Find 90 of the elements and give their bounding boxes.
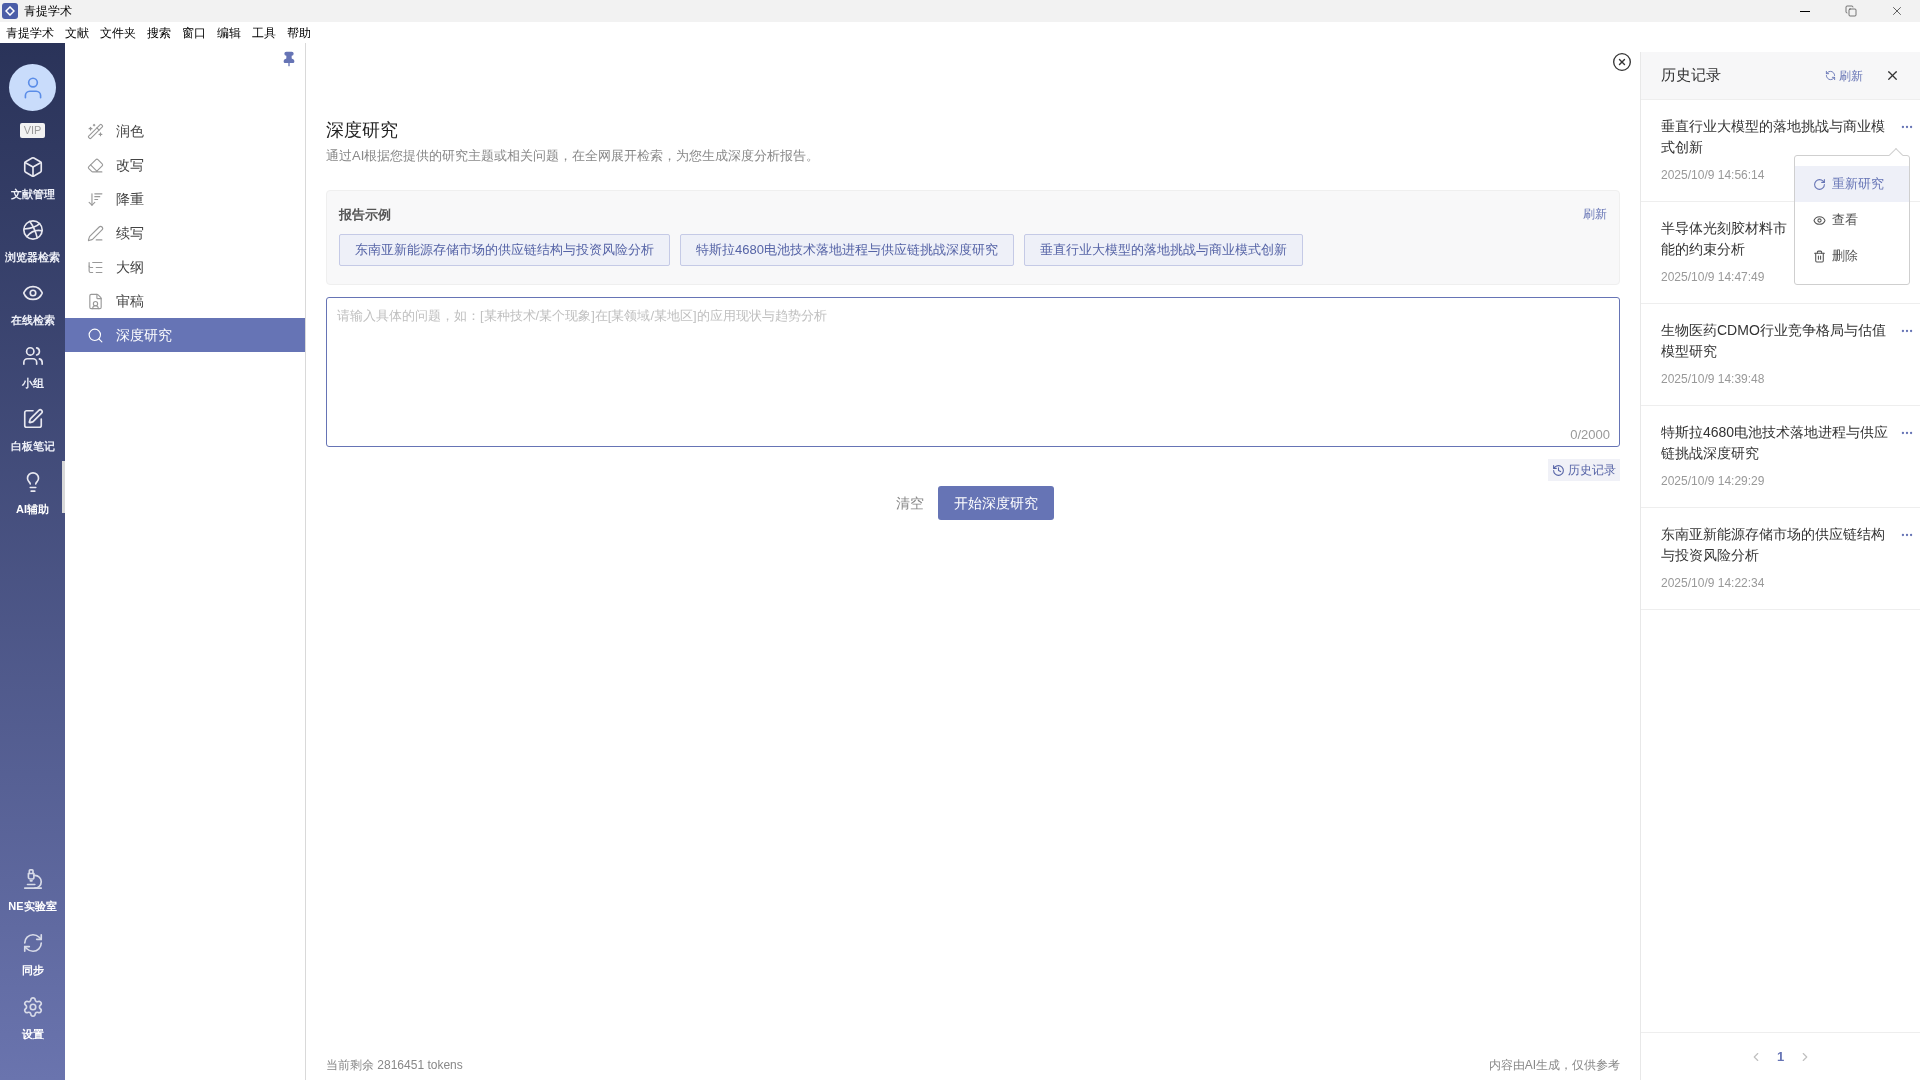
- tool-item[interactable]: 大纲: [65, 250, 305, 284]
- refresh-icon: [1825, 70, 1836, 81]
- history-item[interactable]: 东南亚新能源存储市场的供应链结构 与投资风险分析 2025/10/9 14:22:34: [1641, 508, 1920, 610]
- history-title: 生物医药CDMO行业竞争格局与估值: [1661, 321, 1886, 340]
- menu-item[interactable]: 文献: [65, 23, 89, 42]
- history-time: 2025/10/9 14:56:14: [1661, 167, 1765, 184]
- eraser-icon: [87, 156, 104, 174]
- context-menu-item[interactable]: 重新研究: [1795, 166, 1909, 202]
- history-title: 与投资风险分析: [1661, 546, 1759, 565]
- nav-rail-item[interactable]: 设置: [21, 1026, 44, 1043]
- nav-rail-item[interactable]: 文献管理: [10, 186, 55, 203]
- app-logo-icon: [2, 3, 18, 19]
- history-title: 垂直行业大模型的落地挑战与商业模: [1661, 117, 1885, 136]
- history-title: 链挑战深度研究: [1661, 444, 1759, 463]
- menu-item[interactable]: 编辑: [217, 23, 241, 42]
- history-title: 式创新: [1661, 138, 1703, 157]
- nav-rail-item[interactable]: 同步: [21, 962, 44, 979]
- history-title: 特斯拉4680电池技术落地进程与供应: [1661, 423, 1889, 442]
- menu-item[interactable]: 窗口: [182, 23, 206, 42]
- menu-item[interactable]: 工具: [252, 23, 276, 42]
- nav-rail-item[interactable]: 白板笔记: [10, 438, 55, 455]
- menu-item[interactable]: 青提学术: [6, 23, 54, 42]
- close-icon[interactable]: [1612, 52, 1632, 72]
- history-item[interactable]: 特斯拉4680电池技术落地进程与供应 链挑战深度研究 2025/10/9 14:29:29: [1641, 406, 1920, 508]
- history-time: 2025/10/9 14:39:48: [1661, 371, 1765, 388]
- nav-rail-item[interactable]: 小组: [21, 375, 44, 392]
- example-chip[interactable]: 特斯拉4680电池技术落地进程与供应链挑战深度研究: [680, 234, 1014, 266]
- history-time: 2025/10/9 14:47:49: [1661, 269, 1765, 286]
- sort-down-icon: [87, 190, 104, 208]
- history-title: 半导体光刻胶材料市: [1661, 219, 1787, 238]
- whiteboard-icon: [21, 408, 44, 430]
- minimize-icon: [1800, 10, 1810, 12]
- history-time: 2025/10/9 14:29:29: [1661, 473, 1765, 490]
- tool-item[interactable]: 润色: [65, 114, 305, 148]
- history-button[interactable]: 历史记录: [1548, 459, 1620, 481]
- settings-icon: [21, 996, 44, 1018]
- search-icon: [87, 326, 104, 344]
- history-title: 东南亚新能源存储市场的供应链结构: [1661, 525, 1885, 544]
- cube-icon: [21, 156, 44, 178]
- eye-icon: [1813, 213, 1826, 227]
- tool-item[interactable]: 审稿: [65, 284, 305, 318]
- tool-item[interactable]: 深度研究: [65, 318, 305, 352]
- nav-rail-item[interactable]: AI辅助: [16, 501, 49, 518]
- pen-icon: [87, 224, 104, 242]
- context-menu-item[interactable]: 查看: [1795, 202, 1909, 238]
- window-title: 青提学术: [24, 3, 72, 20]
- menu-item[interactable]: 文件夹: [100, 23, 136, 42]
- people-icon: [21, 345, 44, 367]
- page-title: 深度研究: [326, 119, 399, 142]
- trash-icon: [1813, 249, 1826, 263]
- example-chip[interactable]: 垂直行业大模型的落地挑战与商业模式创新: [1023, 234, 1303, 266]
- avatar[interactable]: [9, 64, 56, 111]
- ai-disclaimer: 内容由AI生成，仅供参考: [1488, 1057, 1620, 1074]
- page-subtitle: 通过AI根据您提供的研究主题或相关问题，在全网展开检索，为您生成深度分析报告。: [326, 147, 821, 165]
- tool-item[interactable]: 改写: [65, 148, 305, 182]
- example-chip[interactable]: 东南亚新能源存储市场的供应链结构与投资风险分析: [339, 234, 670, 266]
- close-icon[interactable]: [1885, 68, 1900, 83]
- sync-icon: [21, 932, 44, 954]
- token-balance: 当前剩余 2816451 tokens: [326, 1057, 463, 1074]
- wand-icon: [87, 122, 104, 140]
- history-icon: [1552, 463, 1565, 477]
- selection-bar: [62, 461, 65, 513]
- redo-icon: [1813, 177, 1826, 191]
- context-menu-item[interactable]: 删除: [1795, 238, 1909, 274]
- nav-rail-item[interactable]: NE实验室: [8, 898, 57, 915]
- microscope-icon: [21, 868, 44, 890]
- menu-item[interactable]: 搜索: [147, 23, 171, 42]
- tool-item[interactable]: 降重: [65, 182, 305, 216]
- tool-item[interactable]: 续写: [65, 216, 305, 250]
- character-counter: 0/2000: [1570, 425, 1610, 444]
- document-user-icon: [87, 292, 104, 310]
- nav-rail-item[interactable]: 浏览器检索: [5, 249, 60, 266]
- start-research-button[interactable]: 开始深度研究: [938, 486, 1054, 520]
- vip-badge: VIP: [19, 123, 46, 138]
- examples-title: 报告示例: [339, 205, 391, 224]
- history-time: 2025/10/9 14:22:34: [1661, 575, 1765, 592]
- clear-button[interactable]: 清空: [892, 492, 928, 514]
- history-item[interactable]: 生物医药CDMO行业竞争格局与估值 模型研究 2025/10/9 14:39:48: [1641, 304, 1920, 406]
- menu-item[interactable]: 帮助: [287, 23, 311, 42]
- refresh-button[interactable]: 刷新: [1825, 66, 1863, 85]
- restore-icon: [1845, 5, 1857, 17]
- history-title: 模型研究: [1661, 342, 1717, 361]
- refresh-link[interactable]: 刷新: [1583, 204, 1607, 224]
- pin-icon[interactable]: [281, 51, 297, 67]
- panel-title: 历史记录: [1661, 65, 1721, 86]
- close-icon: [1890, 4, 1904, 18]
- nav-rail-item[interactable]: 在线检索: [10, 312, 55, 329]
- page-number[interactable]: 1: [1776, 1046, 1785, 1067]
- globe-icon: [21, 219, 44, 241]
- history-title: 能的约束分析: [1661, 240, 1745, 259]
